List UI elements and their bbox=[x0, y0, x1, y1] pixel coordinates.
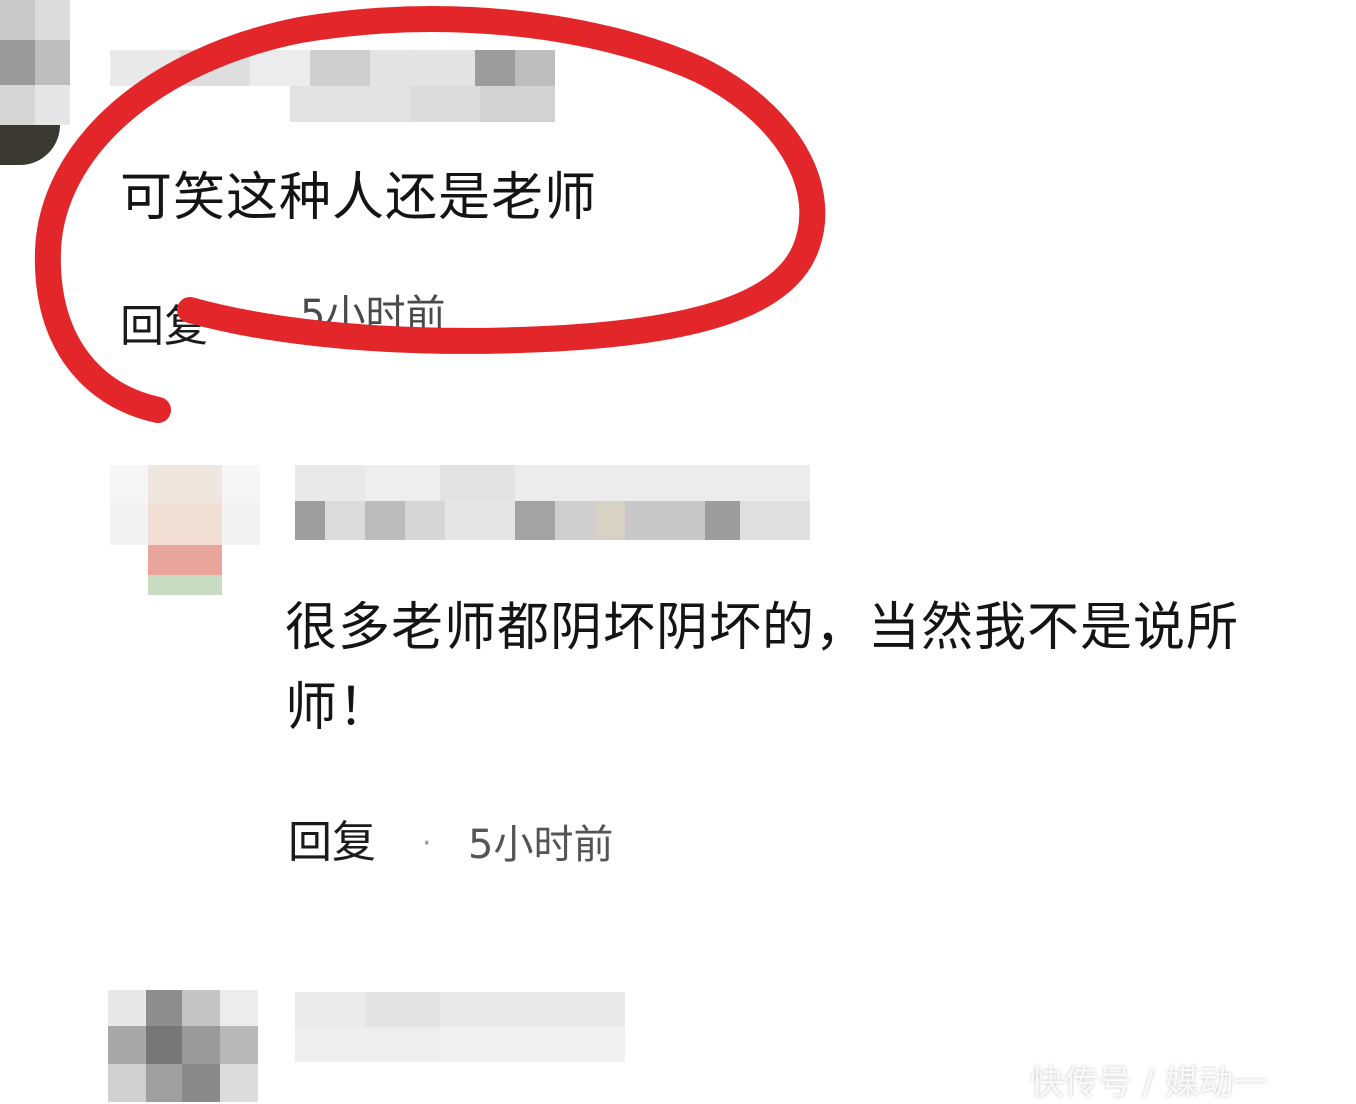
reply-button[interactable]: 回复 bbox=[288, 818, 376, 868]
avatar[interactable] bbox=[108, 990, 258, 1102]
timestamp: 5小时前 bbox=[300, 292, 446, 338]
username-blurred bbox=[295, 465, 810, 540]
comment-text-line-2: 师！ bbox=[285, 678, 392, 738]
separator-dot: · bbox=[422, 826, 432, 861]
timestamp: 5小时前 bbox=[468, 822, 614, 868]
watermark: 快传号 / 媒动一 bbox=[1030, 1063, 1268, 1103]
reply-button[interactable]: 回复 bbox=[120, 302, 208, 352]
username-blurred bbox=[295, 992, 625, 1062]
comment-text-line-1: 很多老师都阴坏阴坏的，当然我不是说所 bbox=[285, 598, 1240, 658]
username-blurred bbox=[110, 50, 555, 122]
comment-text: 可笑这种人还是老师 bbox=[120, 168, 598, 228]
avatar[interactable] bbox=[0, 0, 70, 165]
avatar[interactable] bbox=[110, 465, 260, 595]
